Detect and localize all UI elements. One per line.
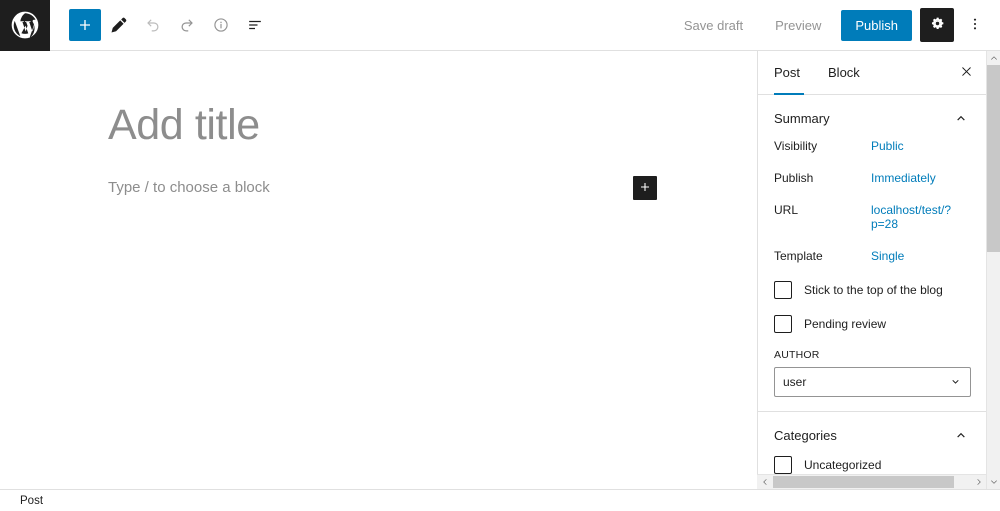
chevron-up-icon [952, 109, 970, 127]
scroll-right-arrow-icon[interactable] [971, 475, 986, 489]
redo-button[interactable] [171, 9, 203, 41]
redo-icon [177, 15, 197, 35]
pending-review-checkbox[interactable] [774, 315, 792, 333]
plus-icon [637, 179, 653, 198]
tab-post[interactable]: Post [774, 51, 814, 95]
page-vertical-scrollbar[interactable] [986, 51, 1000, 489]
more-vertical-icon [966, 15, 984, 36]
pending-review-label[interactable]: Pending review [804, 317, 886, 331]
scroll-down-arrow-icon[interactable] [987, 475, 1000, 489]
categories-panel-title: Categories [774, 427, 837, 443]
summary-row-template: Template Single [774, 249, 970, 263]
chevron-down-icon [948, 375, 963, 390]
scroll-left-arrow-icon[interactable] [757, 475, 772, 489]
block-prompt-input[interactable]: Type / to choose a block [108, 179, 270, 196]
pending-review-row: Pending review [774, 315, 970, 333]
sidebar-horizontal-scrollbar[interactable] [757, 474, 986, 489]
gear-icon [928, 14, 947, 36]
breadcrumb[interactable]: Post [20, 495, 43, 507]
add-block-icon [75, 15, 95, 35]
post-title-input[interactable]: Add title [108, 101, 260, 150]
tools-button[interactable] [103, 9, 135, 41]
undo-button[interactable] [137, 9, 169, 41]
publish-value-button[interactable]: Immediately [871, 171, 936, 185]
summary-row-url: URL localhost/test/?p=28 [774, 203, 970, 231]
author-select[interactable]: user [774, 367, 971, 397]
horizontal-scroll-thumb[interactable] [773, 476, 954, 488]
categories-panel-body: Uncategorized [758, 456, 986, 474]
vertical-scroll-thumb[interactable] [987, 65, 1000, 252]
options-menu-button[interactable] [962, 8, 988, 42]
categories-panel-header[interactable]: Categories [758, 412, 986, 456]
undo-icon [143, 15, 163, 35]
editor-status-bar: Post [0, 489, 1000, 511]
chevron-up-icon [952, 426, 970, 444]
save-draft-button[interactable]: Save draft [672, 11, 755, 40]
sidebar-tablist: Post Block [758, 51, 986, 95]
list-view-button[interactable] [239, 9, 271, 41]
editor-toolbar: Save draft Preview Publish [0, 0, 1000, 51]
wordpress-block-editor: Save draft Preview Publish Add title Typ… [0, 0, 1000, 511]
close-sidebar-button[interactable] [954, 61, 978, 85]
uncategorized-checkbox[interactable] [774, 456, 792, 474]
scroll-up-arrow-icon[interactable] [987, 51, 1000, 65]
info-circle-icon [211, 15, 231, 35]
list-view-icon [245, 15, 265, 35]
publish-label: Publish [774, 171, 814, 185]
summary-panel-title: Summary [774, 110, 830, 126]
url-label: URL [774, 203, 799, 217]
summary-row-visibility: Visibility Public [774, 139, 970, 153]
template-value-button[interactable]: Single [871, 249, 904, 263]
category-row-uncategorized: Uncategorized [774, 456, 970, 474]
wordpress-logo-button[interactable] [0, 0, 50, 51]
settings-button[interactable] [920, 8, 954, 42]
author-field-label: AUTHOR [774, 349, 820, 361]
sticky-post-checkbox[interactable] [774, 281, 792, 299]
uncategorized-label[interactable]: Uncategorized [804, 458, 881, 472]
post-settings-sidebar: Post Block Summary Visibility Public Pub… [757, 51, 986, 489]
details-button[interactable] [205, 9, 237, 41]
wordpress-logo-icon [9, 9, 41, 41]
add-block-button[interactable] [69, 9, 101, 41]
sticky-post-row: Stick to the top of the blog [774, 281, 970, 299]
preview-button[interactable]: Preview [763, 11, 833, 40]
toolbar-left-tools [50, 9, 271, 41]
tab-block[interactable]: Block [814, 51, 874, 95]
close-icon [959, 64, 974, 82]
visibility-value-button[interactable]: Public [871, 139, 904, 153]
author-select-value: user [783, 375, 807, 389]
summary-panel-body: Visibility Public Publish Immediately UR… [758, 139, 986, 397]
summary-panel-header[interactable]: Summary [758, 95, 986, 139]
sticky-post-label[interactable]: Stick to the top of the blog [804, 283, 943, 297]
editor-canvas: Add title Type / to choose a block [0, 51, 757, 489]
template-label: Template [774, 249, 823, 263]
publish-button[interactable]: Publish [841, 9, 912, 41]
toolbar-right-actions: Save draft Preview Publish [672, 8, 1000, 42]
visibility-label: Visibility [774, 139, 818, 153]
block-inserter-button[interactable] [633, 176, 657, 200]
summary-row-publish: Publish Immediately [774, 171, 970, 185]
pencil-edit-icon [109, 15, 129, 35]
url-value-button[interactable]: localhost/test/?p=28 [871, 203, 970, 231]
